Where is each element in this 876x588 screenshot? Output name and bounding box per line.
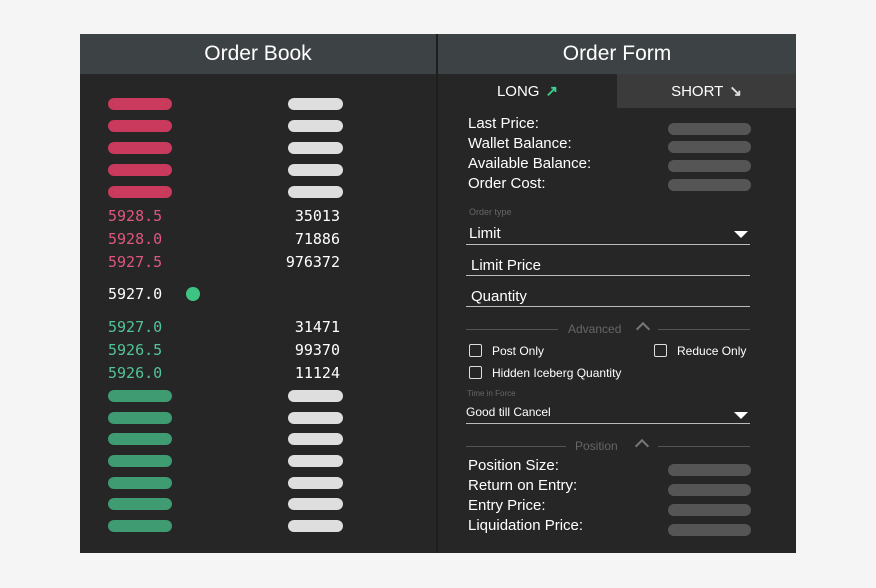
bid-price-placeholder: [108, 455, 172, 467]
tab-short[interactable]: SHORT ↘: [617, 74, 796, 108]
live-status-dot-icon: [186, 287, 200, 301]
hidden-iceberg-label: Hidden Iceberg Quantity: [492, 366, 622, 380]
chevron-up-icon: [634, 438, 650, 454]
position-size-label: Position Size:: [468, 457, 559, 474]
mid-price: 5927.0: [108, 285, 163, 303]
bid-size-placeholder: [288, 433, 343, 445]
post-only-checkbox[interactable]: [469, 344, 482, 357]
order-cost-value-placeholder: [668, 179, 751, 191]
ask-price-placeholder: [108, 142, 172, 154]
bid-size-placeholder: [288, 390, 343, 402]
advanced-label: Advanced: [568, 322, 622, 336]
order-book-title: Order Book: [80, 34, 436, 74]
wallet-balance-value-placeholder: [668, 141, 751, 153]
order-cost-label: Order Cost:: [468, 175, 546, 192]
bid-price-placeholder: [108, 390, 172, 402]
ask-price-placeholder: [108, 164, 172, 176]
bid-size[interactable]: 99370: [260, 341, 340, 359]
quantity-placeholder: Quantity: [471, 288, 527, 305]
bid-size[interactable]: 11124: [260, 364, 340, 382]
available-balance-label: Available Balance:: [468, 155, 592, 172]
ask-price[interactable]: 5927.5: [108, 253, 162, 271]
arrow-up-right-icon: ↗: [545, 83, 559, 100]
bid-price[interactable]: 5926.0: [108, 364, 162, 382]
order-type-select[interactable]: Limit: [466, 225, 750, 245]
chevron-down-icon: [734, 412, 748, 419]
bid-size[interactable]: 31471: [260, 318, 340, 336]
chevron-down-icon: [734, 231, 748, 238]
hidden-iceberg-checkbox[interactable]: [469, 366, 482, 379]
last-price-value-placeholder: [668, 123, 751, 135]
ask-size[interactable]: 35013: [260, 207, 340, 225]
ask-size-placeholder: [288, 142, 343, 154]
ask-size[interactable]: 71886: [260, 230, 340, 248]
position-size-value-placeholder: [668, 464, 751, 476]
divider: [466, 446, 566, 447]
order-form-panel: Order Form LONG ↗ SHORT ↘ Last Price: Wa…: [438, 34, 796, 553]
return-on-entry-label: Return on Entry:: [468, 477, 578, 494]
entry-price-label: Entry Price:: [468, 497, 546, 514]
position-section-toggle[interactable]: Position: [466, 438, 750, 454]
return-on-entry-value-placeholder: [668, 484, 751, 496]
reduce-only-label: Reduce Only: [677, 344, 747, 358]
order-form-title: Order Form: [438, 34, 796, 74]
ask-size[interactable]: 976372: [260, 253, 340, 271]
ask-size-placeholder: [288, 98, 343, 110]
liquidation-price-value-placeholder: [668, 524, 751, 536]
position-label: Position: [575, 439, 618, 453]
ask-price[interactable]: 5928.5: [108, 207, 162, 225]
order-type-value: Limit: [469, 225, 501, 242]
bid-price[interactable]: 5927.0: [108, 318, 162, 336]
available-balance-value-placeholder: [668, 160, 751, 172]
arrow-down-right-icon: ↘: [729, 83, 742, 100]
order-type-label: Order type: [469, 207, 512, 217]
bid-price-placeholder: [108, 412, 172, 424]
ask-price-placeholder: [108, 186, 172, 198]
advanced-section-toggle[interactable]: Advanced: [466, 321, 750, 337]
bid-price-placeholder: [108, 477, 172, 489]
order-book-panel: Order Book 5928.5 35013 5928.0 71886 592…: [80, 34, 436, 553]
time-in-force-label: Time in Force: [467, 389, 516, 398]
reduce-only-checkbox[interactable]: [654, 344, 667, 357]
ask-price-placeholder: [108, 98, 172, 110]
bid-price-placeholder: [108, 433, 172, 445]
divider: [658, 329, 750, 330]
limit-price-placeholder: Limit Price: [471, 257, 542, 274]
ask-size-placeholder: [288, 164, 343, 176]
entry-price-value-placeholder: [668, 504, 751, 516]
bid-size-placeholder: [288, 477, 343, 489]
bid-price[interactable]: 5926.5: [108, 341, 162, 359]
post-only-label: Post Only: [492, 344, 545, 358]
quantity-input[interactable]: Quantity: [466, 287, 750, 307]
limit-price-input[interactable]: Limit Price: [466, 256, 750, 276]
bid-price-placeholder: [108, 520, 172, 532]
ask-size-placeholder: [288, 186, 343, 198]
tab-short-label: SHORT: [671, 82, 724, 100]
divider: [658, 446, 750, 447]
ask-size-placeholder: [288, 120, 343, 132]
bid-size-placeholder: [288, 412, 343, 424]
last-price-label: Last Price:: [468, 115, 539, 132]
time-in-force-value: Good till Cancel: [466, 405, 551, 419]
ask-price[interactable]: 5928.0: [108, 230, 162, 248]
tab-long-label: LONG: [496, 82, 540, 100]
bid-price-placeholder: [108, 498, 172, 510]
divider: [466, 329, 558, 330]
ask-price-placeholder: [108, 120, 172, 132]
time-in-force-select[interactable]: Good till Cancel: [466, 405, 750, 424]
bid-size-placeholder: [288, 498, 343, 510]
bid-size-placeholder: [288, 455, 343, 467]
wallet-balance-label: Wallet Balance:: [468, 135, 572, 152]
trading-window: Order Book 5928.5 35013 5928.0 71886 592…: [80, 34, 796, 553]
liquidation-price-label: Liquidation Price:: [468, 517, 584, 534]
bid-size-placeholder: [288, 520, 343, 532]
tab-long[interactable]: LONG ↗: [438, 74, 617, 108]
chevron-up-icon: [635, 321, 651, 337]
